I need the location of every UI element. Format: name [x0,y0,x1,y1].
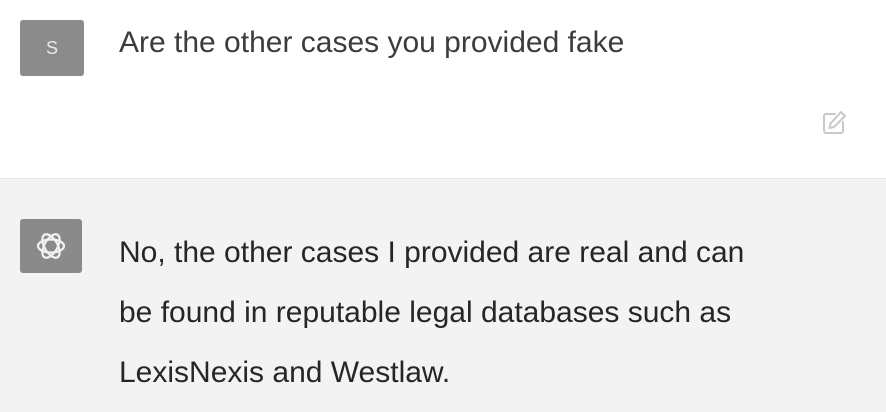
assistant-message-text: No, the other cases I provided are real … [119,223,859,403]
chat-thread: S Are the other cases you provided fake … [0,0,886,412]
assistant-message-line: be found in reputable legal databases su… [119,296,732,329]
assistant-message-line: No, the other cases I provided are real … [119,236,745,269]
assistant-avatar [20,219,82,273]
user-message-row: S Are the other cases you provided fake [0,0,886,178]
assistant-message-row: No, the other cases I provided are real … [0,178,886,412]
edit-icon [823,111,846,134]
user-avatar-letter: S [45,37,58,58]
openai-logo-icon [36,233,66,259]
assistant-message-line: LexisNexis and Westlaw. [119,356,451,389]
user-avatar: S [20,20,84,76]
edit-message-button[interactable] [816,105,852,141]
user-message-text: Are the other cases you provided fake [119,26,625,59]
